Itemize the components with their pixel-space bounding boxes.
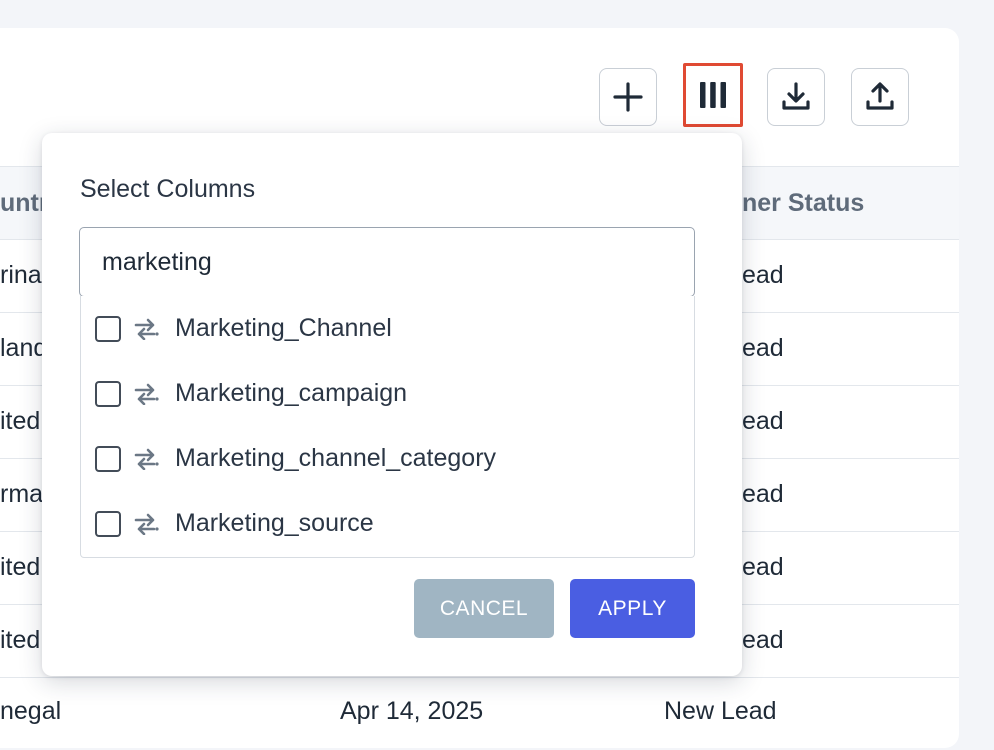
cell-country: ited [0, 407, 41, 435]
columns-icon [700, 82, 726, 108]
option-label: Marketing_source [175, 509, 374, 537]
cell-status: ead [742, 553, 784, 581]
cell-country: land [0, 334, 48, 362]
upload-icon [866, 82, 894, 110]
cell-date: Apr 14, 2025 [340, 697, 484, 725]
swap-arrows-icon [133, 511, 159, 537]
download-button[interactable] [767, 68, 825, 126]
option-checkbox[interactable] [95, 380, 121, 407]
cancel-button[interactable]: CANCEL [414, 579, 554, 638]
cell-country: negal [0, 697, 62, 725]
column-option[interactable]: Marketing_source [81, 491, 694, 556]
cell-country: ited [0, 626, 41, 654]
swap-arrows-icon [133, 381, 159, 407]
header-status[interactable]: ner Status [742, 189, 864, 218]
swap-arrows-icon [133, 446, 159, 472]
swap-arrows-icon [133, 316, 159, 342]
option-label: Marketing_campaign [175, 379, 408, 407]
cell-status: New Lead [664, 697, 777, 725]
column-option[interactable]: Marketing_channel_category [81, 426, 694, 491]
column-option[interactable]: Marketing_Channel [81, 296, 694, 361]
option-checkbox[interactable] [95, 445, 121, 472]
cell-status: ead [742, 261, 784, 289]
column-option[interactable]: Marketing_campaign [81, 361, 694, 426]
option-label: Marketing_channel_category [175, 444, 497, 472]
columns-button[interactable] [683, 63, 743, 127]
cell-status: ead [742, 407, 784, 435]
option-label: Marketing_Channel [175, 314, 392, 342]
apply-button[interactable]: APPLY [570, 579, 695, 638]
table-row[interactable]: negal Apr 14, 2025 New Lead [0, 677, 959, 750]
select-columns-dropdown: Select Columns Marketing_Channel Marketi… [42, 133, 742, 676]
cell-status: ead [742, 334, 784, 362]
upload-button[interactable] [851, 68, 909, 126]
cell-status: ead [742, 480, 784, 508]
cell-country: ited [0, 553, 41, 581]
plus-icon [613, 82, 643, 112]
cell-country: rina [0, 261, 42, 289]
column-search-input[interactable] [79, 227, 695, 297]
cell-country: rma [0, 480, 44, 508]
option-checkbox[interactable] [95, 510, 121, 537]
dropdown-title: Select Columns [80, 175, 256, 203]
download-icon [782, 82, 810, 110]
option-checkbox[interactable] [95, 315, 121, 342]
column-options-list: Marketing_Channel Marketing_campaign Mar… [80, 296, 695, 558]
cell-status: ead [742, 626, 784, 654]
add-button[interactable] [599, 68, 657, 126]
